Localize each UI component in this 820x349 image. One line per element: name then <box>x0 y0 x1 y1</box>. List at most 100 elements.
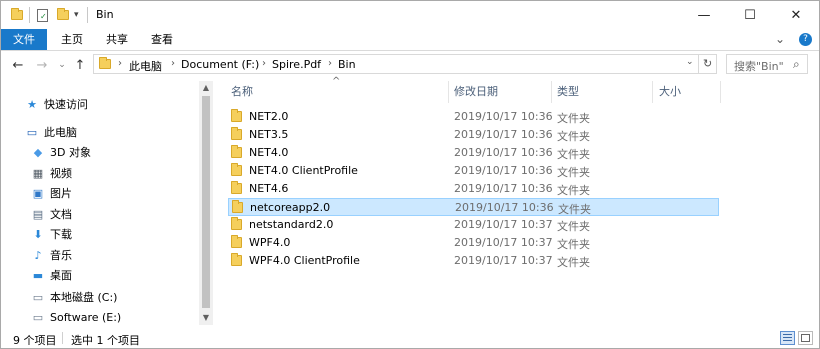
file-row[interactable]: WPF4.0 2019/10/17 10:37 文件夹 <box>228 234 719 252</box>
file-name-cell: netcoreapp2.0 <box>232 200 331 214</box>
customize-quick-access-icon[interactable]: ▾ <box>74 7 79 23</box>
download-icon: ⬇ <box>33 227 43 241</box>
column-header-size[interactable]: 大小 <box>659 81 719 103</box>
file-name-cell: NET2.0 <box>231 109 288 123</box>
breadcrumb-spire-pdf[interactable]: Spire.Pdf <box>272 58 321 71</box>
folder-icon <box>231 253 242 266</box>
maximize-button[interactable]: ☐ <box>727 1 773 29</box>
sidebar-item-label: 3D 对象 <box>50 146 91 159</box>
sidebar-item-label: 下载 <box>50 228 72 241</box>
file-name-cell: WPF4.0 ClientProfile <box>231 253 360 267</box>
file-date: 2019/10/17 10:36 <box>454 182 553 195</box>
breadcrumb-this-pc[interactable]: 此电脑 <box>129 58 162 74</box>
breadcrumb-bin[interactable]: Bin <box>338 58 356 71</box>
forward-button[interactable]: → <box>34 56 50 74</box>
refresh-button[interactable]: ↻ <box>703 57 712 70</box>
sidebar-item-label: 快速访问 <box>44 98 88 111</box>
sidebar-item-label: 图片 <box>50 187 72 200</box>
ribbon-tabs: 文件 主页 共享 查看 ⌄ ? <box>1 29 819 51</box>
sidebar-item[interactable]: ▭ Software (E:) <box>31 307 121 327</box>
address-dropdown-icon[interactable]: ⌄ <box>686 57 694 67</box>
sidebar-item[interactable]: ▭ 本地磁盘 (C:) <box>31 287 118 307</box>
divider <box>29 7 30 23</box>
up-button[interactable]: ↑ <box>72 56 88 74</box>
file-row[interactable]: NET2.0 2019/10/17 10:36 文件夹 <box>228 108 719 126</box>
close-button[interactable]: ✕ <box>773 1 819 29</box>
file-name: NET3.5 <box>249 128 289 141</box>
sidebar-item[interactable]: ◆ 3D 对象 <box>31 142 91 162</box>
folder-icon <box>231 235 242 248</box>
file-date: 2019/10/17 10:37 <box>454 236 553 249</box>
tab-file[interactable]: 文件 <box>1 29 47 50</box>
file-row[interactable]: NET3.5 2019/10/17 10:36 文件夹 <box>228 126 719 144</box>
scroll-down-arrow[interactable]: ▼ <box>199 311 213 325</box>
folder-icon <box>231 145 242 158</box>
sidebar-item[interactable]: ▣ 图片 <box>31 183 72 203</box>
help-icon[interactable]: ? <box>799 29 813 50</box>
tab-share[interactable]: 共享 <box>98 29 136 50</box>
sidebar-item[interactable]: ▤ 文档 <box>31 204 72 224</box>
tab-view[interactable]: 查看 <box>143 29 181 50</box>
folder-icon <box>11 7 23 23</box>
status-bar: 9 个项目 选中 1 个项目 <box>1 327 819 348</box>
file-row[interactable]: NET4.0 2019/10/17 10:36 文件夹 <box>228 144 719 162</box>
column-header-name[interactable]: 名称 <box>231 81 446 103</box>
file-type: 文件夹 <box>557 166 590 179</box>
column-header-type[interactable]: 类型 <box>557 81 651 103</box>
file-name: netstandard2.0 <box>249 218 334 231</box>
details-view-button[interactable] <box>780 331 795 345</box>
file-row[interactable]: NET4.6 2019/10/17 10:36 文件夹 <box>228 180 719 198</box>
file-name: NET4.0 <box>249 146 289 159</box>
file-type: 文件夹 <box>558 203 591 216</box>
sidebar-item[interactable]: ♪ 音乐 <box>31 245 72 265</box>
minimize-button[interactable]: — <box>681 1 727 29</box>
file-name-cell: WPF4.0 <box>231 235 290 249</box>
sidebar-item-label: 视频 <box>50 167 72 180</box>
sidebar-item[interactable]: ▭ 此电脑 <box>25 122 77 142</box>
cube-icon: ◆ <box>33 145 43 159</box>
search-input[interactable]: 搜索"Bin" ⌕ <box>726 54 808 74</box>
scroll-up-arrow[interactable]: ▲ <box>199 81 213 95</box>
back-button[interactable]: ← <box>10 56 26 74</box>
new-folder-icon[interactable] <box>57 7 69 23</box>
sidebar-item[interactable]: ▦ 视频 <box>31 163 72 183</box>
file-row[interactable]: NET4.0 ClientProfile 2019/10/17 10:36 文件夹 <box>228 162 719 180</box>
file-name-cell: NET4.0 ClientProfile <box>231 163 358 177</box>
file-row[interactable]: netstandard2.0 2019/10/17 10:37 文件夹 <box>228 216 719 234</box>
music-icon: ♪ <box>34 248 42 262</box>
file-name-cell: netstandard2.0 <box>231 217 334 231</box>
file-name: netcoreapp2.0 <box>250 201 331 214</box>
address-bar[interactable]: › 此电脑 › Document (F:) › Spire.Pdf › Bin … <box>93 54 717 74</box>
crumb-separator: › <box>328 58 332 69</box>
navigation-scrollbar[interactable]: ▲ ▼ <box>199 81 213 325</box>
drive-icon: ▭ <box>32 310 44 324</box>
document-icon: ▤ <box>32 207 44 221</box>
folder-icon <box>232 200 243 213</box>
sidebar-item[interactable]: ▬ 桌面 <box>31 265 72 285</box>
recent-locations-button[interactable]: ⌄ <box>54 56 70 74</box>
large-icons-view-button[interactable] <box>798 331 813 345</box>
drive-icon: ▭ <box>32 290 44 304</box>
file-list: ^ 名称 修改日期 类型 大小 NET2.0 2019/10/17 10:36 文件… <box>214 76 819 325</box>
file-row[interactable]: netcoreapp2.0 2019/10/17 10:36 文件夹 <box>228 198 719 216</box>
tab-home[interactable]: 主页 <box>53 29 91 50</box>
properties-icon[interactable]: ✓ <box>37 7 48 23</box>
column-header-date[interactable]: 修改日期 <box>454 81 550 103</box>
crumb-separator: › <box>171 58 175 69</box>
sidebar-item-label: 桌面 <box>50 269 72 282</box>
file-name: NET4.6 <box>249 182 289 195</box>
sidebar-item[interactable]: ⬇ 下载 <box>31 224 72 244</box>
column-divider <box>551 81 552 103</box>
sidebar-item[interactable]: ★ 快速访问 <box>25 94 88 114</box>
file-row[interactable]: WPF4.0 ClientProfile 2019/10/17 10:37 文件夹 <box>228 252 719 270</box>
folder-icon <box>231 217 242 230</box>
sidebar-item-label: 文档 <box>50 208 72 221</box>
title-bar: ✓ ▾ Bin — ☐ ✕ <box>1 1 819 29</box>
desktop-icon: ▬ <box>32 268 44 282</box>
sidebar-item-label: 音乐 <box>50 249 72 262</box>
expand-ribbon-icon[interactable]: ⌄ <box>771 29 789 50</box>
folder-icon <box>99 57 111 69</box>
folder-icon <box>231 109 242 122</box>
breadcrumb-document-drive[interactable]: Document (F:) <box>181 58 259 71</box>
scroll-thumb[interactable] <box>202 96 210 308</box>
